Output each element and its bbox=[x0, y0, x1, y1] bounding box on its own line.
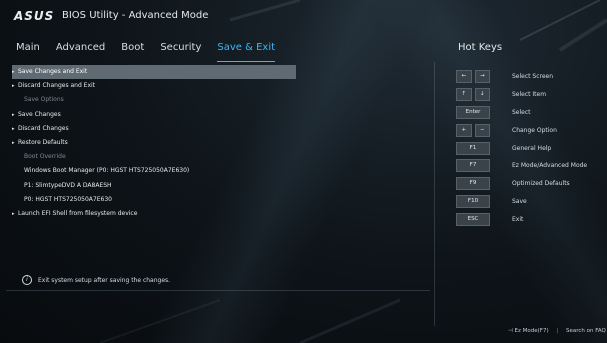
menu-item-save-changes-and-exit[interactable]: Save Changes and Exit bbox=[12, 65, 296, 80]
hotkey-label: General Help bbox=[512, 144, 552, 152]
boot-option-hgst[interactable]: P0: HGST HTS725050A7E630 bbox=[12, 193, 296, 207]
tab-save-exit[interactable]: Save & Exit bbox=[217, 42, 276, 62]
hotkey-row: F1 General Help bbox=[456, 139, 606, 157]
up-arrow-key[interactable]: ↑ bbox=[456, 88, 472, 102]
f7-key[interactable]: F7 bbox=[456, 159, 490, 173]
search-faq-link[interactable]: Search on FAQ bbox=[566, 328, 606, 334]
hotkey-label: Change Option bbox=[512, 126, 557, 134]
menu-item-restore-defaults[interactable]: Restore Defaults bbox=[12, 136, 296, 150]
boot-option-dvd[interactable]: P1: SlimtypeDVD A DA8AESH bbox=[12, 179, 296, 193]
f9-key[interactable]: F9 bbox=[456, 177, 490, 191]
help-bar: i Exit system setup after saving the cha… bbox=[22, 275, 170, 285]
hotkey-label: Optimized Defaults bbox=[512, 180, 570, 188]
asus-logo: ASUS bbox=[14, 9, 55, 23]
info-icon: i bbox=[22, 275, 32, 285]
down-arrow-key[interactable]: ↓ bbox=[474, 88, 490, 102]
hotkey-label: Save bbox=[512, 197, 527, 205]
tab-main[interactable]: Main bbox=[16, 42, 40, 62]
hotkey-label: Select Screen bbox=[512, 73, 554, 81]
hotkey-label: Select bbox=[512, 108, 531, 116]
esc-key[interactable]: ESC bbox=[456, 212, 490, 226]
ez-mode-link[interactable]: Ez Mode(F7) bbox=[515, 328, 549, 334]
footer-bar: ⊣ Ez Mode(F7) | Search on FAQ bbox=[508, 328, 606, 334]
menu-item-launch-efi-shell[interactable]: Launch EFI Shell from filesystem device bbox=[12, 207, 296, 221]
plus-key[interactable]: + bbox=[456, 123, 472, 137]
hotkey-row: F7 Ez Mode/Advanced Mode bbox=[456, 157, 606, 175]
menu-item-save-changes[interactable]: Save Changes bbox=[12, 108, 296, 122]
title-bar: ASUS BIOS Utility - Advanced Mode bbox=[0, 0, 607, 34]
menu-list: Save Changes and Exit Discard Changes an… bbox=[12, 65, 296, 221]
f10-key[interactable]: F10 bbox=[456, 194, 490, 208]
hotkey-row: Enter Select bbox=[456, 104, 606, 122]
hotkey-label: Ez Mode/Advanced Mode bbox=[512, 162, 588, 170]
footer-separator: | bbox=[556, 328, 559, 334]
tab-bar: Main Advanced Boot Security Save & Exit bbox=[16, 42, 291, 62]
menu-item-discard-changes-and-exit[interactable]: Discard Changes and Exit bbox=[12, 79, 296, 93]
tab-boot[interactable]: Boot bbox=[121, 42, 144, 62]
boot-option-windows-boot-manager[interactable]: Windows Boot Manager (P0: HGST HTS725050… bbox=[12, 164, 296, 178]
horizontal-divider bbox=[6, 290, 430, 291]
menu-item-discard-changes[interactable]: Discard Changes bbox=[12, 122, 296, 136]
hotkey-row: F10 Save bbox=[456, 193, 606, 211]
page-title: BIOS Utility - Advanced Mode bbox=[62, 10, 209, 21]
right-arrow-key[interactable]: → bbox=[474, 70, 490, 84]
hotkey-row: F9 Optimized Defaults bbox=[456, 175, 606, 193]
hotkey-row: + − Change Option bbox=[456, 121, 606, 139]
ez-mode-icon: ⊣ bbox=[508, 328, 513, 334]
hotkey-row: ↑ ↓ Select Item bbox=[456, 86, 606, 104]
hotkey-label: Select Item bbox=[512, 91, 547, 99]
minus-key[interactable]: − bbox=[474, 123, 490, 137]
help-text: Exit system setup after saving the chang… bbox=[38, 276, 171, 284]
hotkey-row: ESC Exit bbox=[456, 210, 606, 228]
f1-key[interactable]: F1 bbox=[456, 141, 490, 155]
hotkeys-panel: ← → Select Screen ↑ ↓ Select Item Enter … bbox=[456, 68, 606, 228]
hotkey-label: Exit bbox=[512, 215, 524, 223]
tab-advanced[interactable]: Advanced bbox=[56, 42, 105, 62]
hotkeys-title: Hot Keys bbox=[458, 42, 503, 53]
hotkey-row: ← → Select Screen bbox=[456, 68, 606, 86]
left-arrow-key[interactable]: ← bbox=[456, 70, 472, 84]
enter-key[interactable]: Enter bbox=[456, 105, 490, 119]
tab-security[interactable]: Security bbox=[160, 42, 201, 62]
